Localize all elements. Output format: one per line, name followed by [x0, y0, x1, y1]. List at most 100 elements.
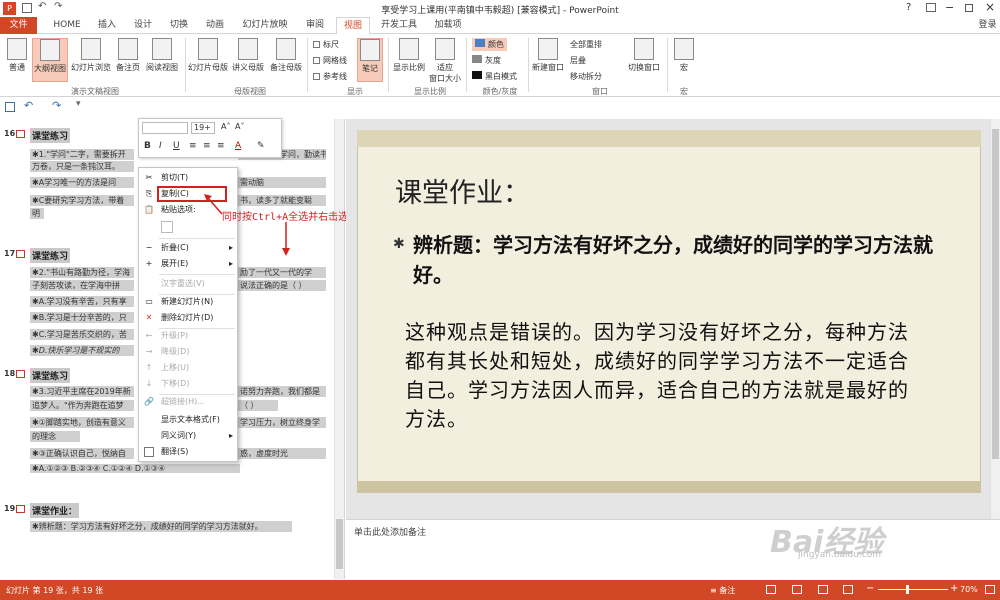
- black-white-button[interactable]: 黑白模式: [472, 71, 517, 82]
- font-color-button[interactable]: A: [235, 141, 241, 151]
- align-right-icon[interactable]: ≡: [217, 141, 225, 151]
- outline-line[interactable]: 诺努力奔跑，我们都是: [238, 386, 326, 397]
- menu-item-delete-slide[interactable]: ✕ 删除幻灯片(D): [139, 310, 237, 326]
- grayscale-button[interactable]: 灰度: [472, 55, 501, 66]
- menu-item-move-up[interactable]: ↑ 上移(U): [139, 360, 237, 376]
- outline-line[interactable]: ✱D.快乐学习是不现实的: [30, 345, 134, 356]
- outline-line[interactable]: ✱C要研究学习方法，带着: [30, 195, 134, 206]
- fit-slide-icon[interactable]: [985, 585, 995, 594]
- outline-line[interactable]: ✱A学习唯一的方法是问: [30, 177, 134, 188]
- menu-item-hyperlink[interactable]: 🔗 超链接(H)...: [139, 394, 237, 410]
- fit-window-button[interactable]: 适应 窗口大小: [428, 38, 462, 84]
- zoom-slider-thumb[interactable]: [906, 585, 909, 594]
- ruler-checkbox[interactable]: 标尺: [313, 39, 339, 50]
- notes-pane[interactable]: 单击此处添加备注: [346, 519, 1000, 579]
- tab-insert[interactable]: 插入: [92, 17, 122, 34]
- notes-placeholder[interactable]: 单击此处添加备注: [354, 525, 426, 538]
- outline-line[interactable]: ✱2."书山有路勤为径，学海: [30, 267, 134, 278]
- outline-line[interactable]: （ ）: [238, 400, 278, 411]
- slide-bullet[interactable]: 辨析题：学习方法有好坏之分，成绩好的同学的学习方法就好。: [395, 230, 955, 290]
- menu-item-new-slide[interactable]: ▭ 新建幻灯片(N): [139, 294, 237, 310]
- format-painter-icon[interactable]: ✎: [257, 141, 265, 151]
- menu-item-show-formatting[interactable]: 显示文本格式(F): [139, 412, 237, 428]
- outline-line[interactable]: ✱③正确认识自己，悦纳自: [30, 448, 134, 459]
- outline-line[interactable]: 万卷，只是一条钝汉耳。: [30, 161, 134, 172]
- outline-line[interactable]: 需动脑: [238, 177, 326, 188]
- cascade-button[interactable]: 层叠: [570, 55, 586, 66]
- menu-item-cut[interactable]: ✂ 剪切(T): [139, 170, 237, 186]
- macros-button[interactable]: 宏: [671, 38, 697, 73]
- arrange-all-button[interactable]: 全部重排: [570, 39, 602, 50]
- notes-status-button[interactable]: ≡ 备注: [710, 585, 735, 596]
- slide-sorter-status-icon[interactable]: [792, 585, 802, 594]
- zoom-in-icon[interactable]: +: [950, 583, 958, 594]
- tab-transitions[interactable]: 切换: [164, 17, 194, 34]
- tab-design[interactable]: 设计: [128, 17, 158, 34]
- font-size-select[interactable]: 19+: [191, 122, 215, 134]
- switch-window-button[interactable]: 切换窗口: [624, 38, 664, 73]
- zoom-slider[interactable]: [878, 589, 948, 590]
- slide-scrollbar[interactable]: [990, 119, 1000, 519]
- outline-line[interactable]: ✱C.学习是苦乐交织的，苦: [30, 329, 134, 340]
- outline-line[interactable]: ✱B.学习是十分辛苦的，只: [30, 312, 134, 323]
- tab-addins[interactable]: 加载项: [428, 17, 468, 34]
- underline-button[interactable]: U: [173, 141, 180, 151]
- slide-sorter-button[interactable]: 幻灯片浏览: [70, 38, 112, 73]
- tab-slideshow[interactable]: 幻灯片放映: [238, 17, 292, 34]
- minimize-icon[interactable]: −: [945, 1, 954, 14]
- outline-line[interactable]: ✱1."学问"二字，需要拆开: [30, 149, 134, 160]
- menu-item-synonyms[interactable]: 同义词(Y) ▸: [139, 428, 237, 444]
- undo-icon[interactable]: ↶: [24, 99, 33, 112]
- outline-line[interactable]: ✱①脚踏实地，创造有意义: [30, 417, 134, 428]
- outline-line[interactable]: 明: [30, 208, 44, 219]
- outline-line[interactable]: 的理念: [30, 431, 80, 442]
- shrink-font-button[interactable]: A˅: [235, 122, 244, 131]
- align-left-icon[interactable]: ≡: [189, 141, 197, 151]
- handout-master-button[interactable]: 讲义母版: [230, 38, 266, 73]
- outline-scrollbar[interactable]: [334, 119, 344, 579]
- ribbon-display-icon[interactable]: [926, 3, 936, 12]
- help-icon[interactable]: ?: [906, 2, 911, 13]
- notes-master-button[interactable]: 备注母版: [268, 38, 304, 73]
- tab-developer[interactable]: 开发工具: [376, 17, 422, 34]
- outline-slide-title[interactable]: 课堂练习: [30, 248, 71, 263]
- zoom-level[interactable]: 70%: [960, 585, 978, 594]
- outline-line[interactable]: ✱辨析题：学习方法有好坏之分，成绩好的同学的学习方法就好。: [30, 521, 292, 532]
- outline-line[interactable]: ✱A.①②③ B.②③④ C.①②④ D.①③④: [30, 464, 240, 473]
- grow-font-button[interactable]: A˄: [221, 122, 230, 131]
- restore-icon[interactable]: [965, 4, 973, 12]
- color-button[interactable]: 颜色: [472, 38, 507, 51]
- outline-line[interactable]: 说法正确的是（ ）: [238, 280, 326, 291]
- notes-button[interactable]: 笔记: [357, 38, 383, 82]
- menu-item-promote[interactable]: ← 升级(P): [139, 328, 237, 344]
- login-link[interactable]: 登录: [975, 17, 1000, 34]
- new-window-button[interactable]: 新建窗口: [530, 38, 566, 73]
- gridlines-checkbox[interactable]: 网格线: [313, 55, 347, 66]
- zoom-button[interactable]: 显示比例: [391, 38, 427, 73]
- menu-item-reconvert[interactable]: 汉字重选(V): [139, 276, 237, 292]
- font-name-select[interactable]: [142, 122, 188, 134]
- slide-master-button[interactable]: 幻灯片母版: [188, 38, 228, 73]
- outline-line[interactable]: 子刻苦攻读，在学海中拼: [30, 280, 134, 291]
- tab-animations[interactable]: 动画: [200, 17, 230, 34]
- bold-button[interactable]: B: [144, 141, 151, 151]
- reading-view-button[interactable]: 阅读视图: [144, 38, 180, 73]
- zoom-out-icon[interactable]: −: [866, 583, 874, 594]
- slide-body-text[interactable]: 这种观点是错误的。因为学习没有好坏之分，每种方法都有其长处和短处，成绩好的同学学…: [405, 318, 920, 434]
- italic-button[interactable]: I: [159, 141, 162, 151]
- outline-view-button[interactable]: 大纲视图: [32, 38, 68, 82]
- scroll-thumb[interactable]: [336, 519, 343, 569]
- outline-slide-title[interactable]: 课堂练习: [30, 368, 71, 383]
- customize-icon[interactable]: ▾: [76, 99, 81, 109]
- tab-home[interactable]: HOME: [46, 17, 88, 34]
- outline-line[interactable]: ✱3.习近平主席在2019年新: [30, 386, 134, 397]
- normal-view-status-icon[interactable]: [766, 585, 776, 594]
- outline-line[interactable]: 学习压力，树立终身学: [238, 417, 326, 428]
- tab-review[interactable]: 审阅: [300, 17, 330, 34]
- normal-view-button[interactable]: 普通: [4, 38, 30, 73]
- slideshow-status-icon[interactable]: [843, 585, 853, 594]
- notes-page-button[interactable]: 备注页: [113, 38, 143, 73]
- menu-item-translate[interactable]: 翻译(S): [139, 444, 237, 460]
- outline-slide-title[interactable]: 课堂练习: [30, 128, 71, 143]
- outline-line[interactable]: 惑，虚度时光: [238, 448, 326, 459]
